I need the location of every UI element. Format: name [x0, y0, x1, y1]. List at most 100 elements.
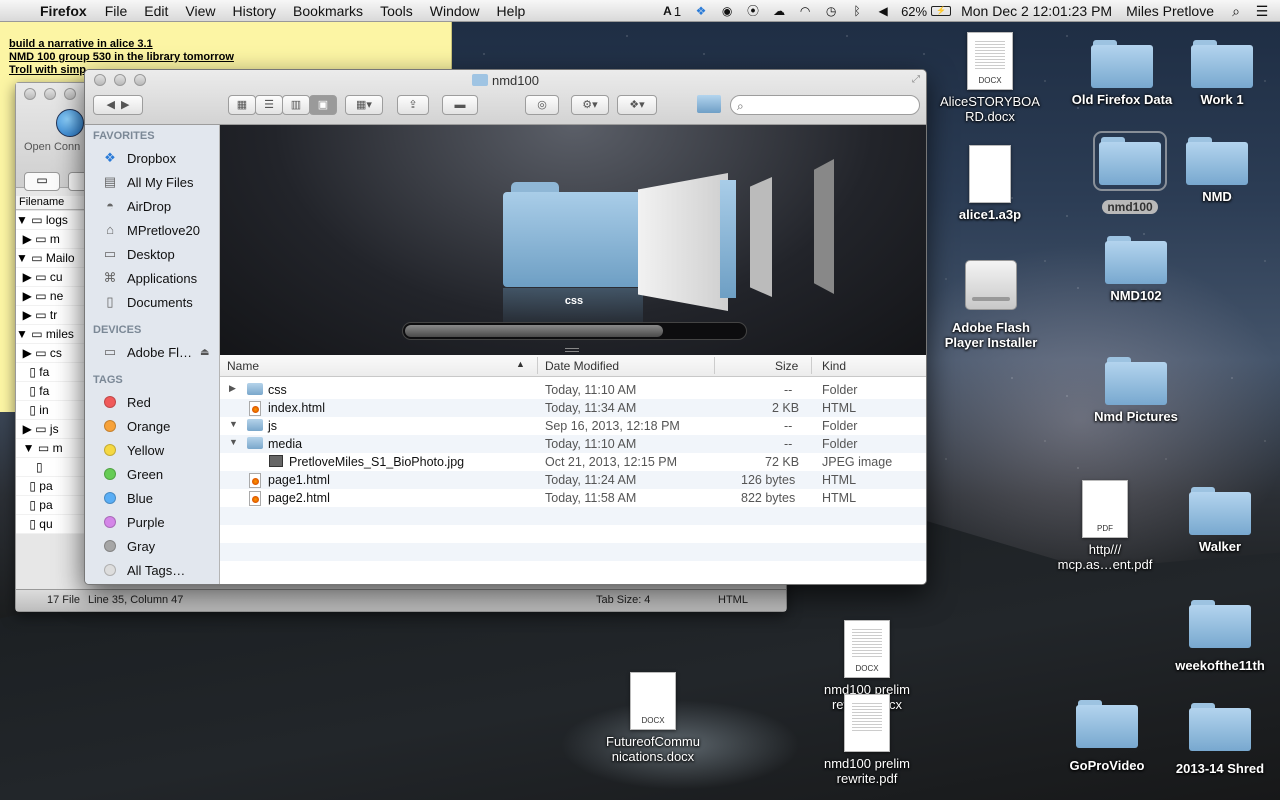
tag-purple[interactable]: Purple	[85, 510, 219, 534]
action-gear-button[interactable]: ⚙▾	[571, 95, 609, 115]
cover-flow-folder-icon[interactable]	[503, 182, 643, 333]
tree-item[interactable]: ▯ fa	[16, 363, 86, 382]
desktop-item[interactable]: nmd100 prelim rewrite.pdf	[812, 694, 922, 786]
cover-flow-folder-icon[interactable]	[720, 180, 736, 298]
tree-item[interactable]: ▼ ▭ logs	[16, 211, 86, 230]
history-clock-icon[interactable]: ◷	[823, 4, 839, 18]
open-connection-icon[interactable]	[56, 109, 84, 137]
search-input[interactable]: ⌕	[730, 95, 920, 115]
tag-green[interactable]: Green	[85, 462, 219, 486]
coverflow-view-button[interactable]: ▣	[309, 95, 337, 115]
tree-item[interactable]: ▶ ▭ ne	[16, 287, 86, 306]
open-connection-label[interactable]: Open Conn	[24, 141, 80, 153]
tree-item[interactable]: ▯ qu	[16, 515, 86, 534]
sidebar-item-applications[interactable]: ⌘ Applications	[85, 266, 219, 290]
menubar-clock[interactable]: Mon Dec 2 12:01:23 PM	[961, 3, 1112, 19]
tree-item[interactable]: ▯ fa	[16, 382, 86, 401]
app-menu[interactable]: Firefox	[40, 3, 87, 19]
desktop-item[interactable]: DOCX FutureofCommu nications.docx	[598, 672, 708, 764]
column-header-date[interactable]: Date Modified	[545, 359, 619, 373]
tree-item[interactable]: ▯ pa	[16, 477, 86, 496]
sidebar-item-desktop[interactable]: ▭ Desktop	[85, 242, 219, 266]
cover-flow-view[interactable]: css	[220, 125, 926, 355]
tree-item[interactable]: ▯	[16, 458, 86, 477]
tag-gray[interactable]: Gray	[85, 534, 219, 558]
tab-size[interactable]: Tab Size: 4	[596, 594, 650, 606]
time-machine-icon[interactable]: ⦿	[745, 4, 761, 18]
sidebar-item-all-my-files[interactable]: ▤ All My Files	[85, 170, 219, 194]
column-view-button[interactable]: ▥	[282, 95, 310, 115]
icon-view-button[interactable]: ▦	[228, 95, 256, 115]
disclosure-closed-icon[interactable]: ▶	[229, 383, 236, 394]
column-header-name[interactable]: Name	[227, 359, 259, 373]
menu-help[interactable]: Help	[497, 3, 526, 19]
column-header-size[interactable]: Size	[775, 359, 798, 373]
file-row[interactable]: ▼ js Sep 16, 2013, 12:18 PM -- Folder	[220, 417, 926, 435]
desktop-item[interactable]: Walker	[1178, 487, 1262, 554]
battery-icon[interactable]: ⚡	[931, 6, 952, 16]
sidebar-item-dropbox[interactable]: ❖ Dropbox	[85, 146, 219, 170]
arrange-button[interactable]: ▦▾	[345, 95, 383, 115]
scrollbar-thumb[interactable]	[405, 325, 663, 337]
menu-bookmarks[interactable]: Bookmarks	[293, 3, 363, 19]
cover-flow-document-preview[interactable]	[638, 173, 728, 311]
wifi-icon[interactable]: ◠	[797, 4, 813, 18]
dropbox-toolbar-button[interactable]: ❖▾	[617, 95, 657, 115]
tree-item[interactable]: ▶ ▭ cs	[16, 344, 86, 363]
bluetooth-icon[interactable]: ᛒ	[849, 4, 865, 18]
volume-icon[interactable]: ◀	[875, 4, 891, 18]
desktop-item[interactable]: NMD	[1175, 137, 1259, 204]
fullscreen-icon[interactable]: ⤢	[912, 74, 920, 85]
desktop-item[interactable]: nmd100	[1090, 131, 1170, 215]
adobe-icon[interactable]: A	[663, 4, 672, 18]
quick-look-button[interactable]: ◎	[525, 95, 559, 115]
split-resize-handle[interactable]	[565, 348, 579, 352]
file-row[interactable]: index.html Today, 11:34 AM 2 KB HTML	[220, 399, 926, 417]
desktop-item[interactable]: DOCX AliceSTORYBOA RD.docx	[932, 32, 1048, 124]
spotlight-search-icon[interactable]: ⌕	[1228, 4, 1244, 18]
desktop-item[interactable]: Old Firefox Data	[1062, 40, 1182, 107]
user-name[interactable]: Miles Pretlove	[1126, 3, 1214, 19]
tree-item[interactable]: ▶ ▭ tr	[16, 306, 86, 325]
tree-item[interactable]: ▯ in	[16, 401, 86, 420]
desktop-item[interactable]: GoProVideo	[1060, 700, 1154, 773]
tree-item[interactable]: ▶ ▭ m	[16, 230, 86, 249]
cover-flow-document-preview[interactable]	[814, 159, 834, 294]
column-header-kind[interactable]: Kind	[822, 359, 846, 373]
tree-item[interactable]: ▼ ▭ m	[16, 439, 86, 458]
close-button[interactable]	[24, 88, 36, 100]
sort-ascending-icon[interactable]: ▲	[516, 359, 525, 369]
tags-button[interactable]: ▬	[442, 95, 478, 115]
dropbox-status-icon[interactable]: ❖	[693, 4, 709, 18]
menu-view[interactable]: View	[185, 3, 215, 19]
creative-cloud-icon[interactable]: ☁	[771, 4, 787, 18]
menu-history[interactable]: History	[232, 3, 276, 19]
desktop-item[interactable]: NMD102	[1094, 236, 1178, 303]
sidebar-item-home[interactable]: ⌂ MPretlove20	[85, 218, 219, 242]
sidebar-item-documents[interactable]: ▯ Documents	[85, 290, 219, 314]
tree-item[interactable]: ▯ pa	[16, 496, 86, 515]
tag-blue[interactable]: Blue	[85, 486, 219, 510]
filename-column-header[interactable]: Filename	[16, 196, 86, 210]
tree-item[interactable]: ▼ ▭ Mailo	[16, 249, 86, 268]
file-row[interactable]: ▶ css Today, 11:10 AM -- Folder	[220, 381, 926, 399]
path-folder-icon[interactable]	[697, 95, 721, 113]
sidebar-item-adobe-flash[interactable]: ▭ Adobe Fl… ⏏	[85, 340, 219, 364]
minimize-button[interactable]	[44, 88, 56, 100]
desktop-item[interactable]: PDF http///mcp.as…ent.pdf	[1050, 480, 1160, 572]
desktop-item[interactable]: alice1.a3p	[942, 145, 1038, 222]
syntax-mode[interactable]: HTML	[718, 594, 748, 606]
evernote-icon[interactable]: ◉	[719, 4, 735, 18]
file-row[interactable]: PretloveMiles_S1_BioPhoto.jpg Oct 21, 20…	[220, 453, 926, 471]
file-row[interactable]: ▼ media Today, 11:10 AM -- Folder	[220, 435, 926, 453]
menu-tools[interactable]: Tools	[380, 3, 413, 19]
desktop-item[interactable]: 2013-14 Shred	[1166, 703, 1274, 776]
battery-percent[interactable]: 62%	[901, 4, 927, 19]
desktop-item[interactable]: Nmd Pictures	[1088, 357, 1184, 424]
tree-item[interactable]: ▶ ▭ js	[16, 420, 86, 439]
eject-icon[interactable]: ⏏	[200, 347, 209, 358]
bookmarks-toggle-button[interactable]: ▭	[24, 172, 60, 191]
list-view-button[interactable]: ☰	[255, 95, 283, 115]
desktop-item[interactable]: weekofthe11th	[1166, 600, 1274, 673]
share-button[interactable]: ⇪	[397, 95, 429, 115]
